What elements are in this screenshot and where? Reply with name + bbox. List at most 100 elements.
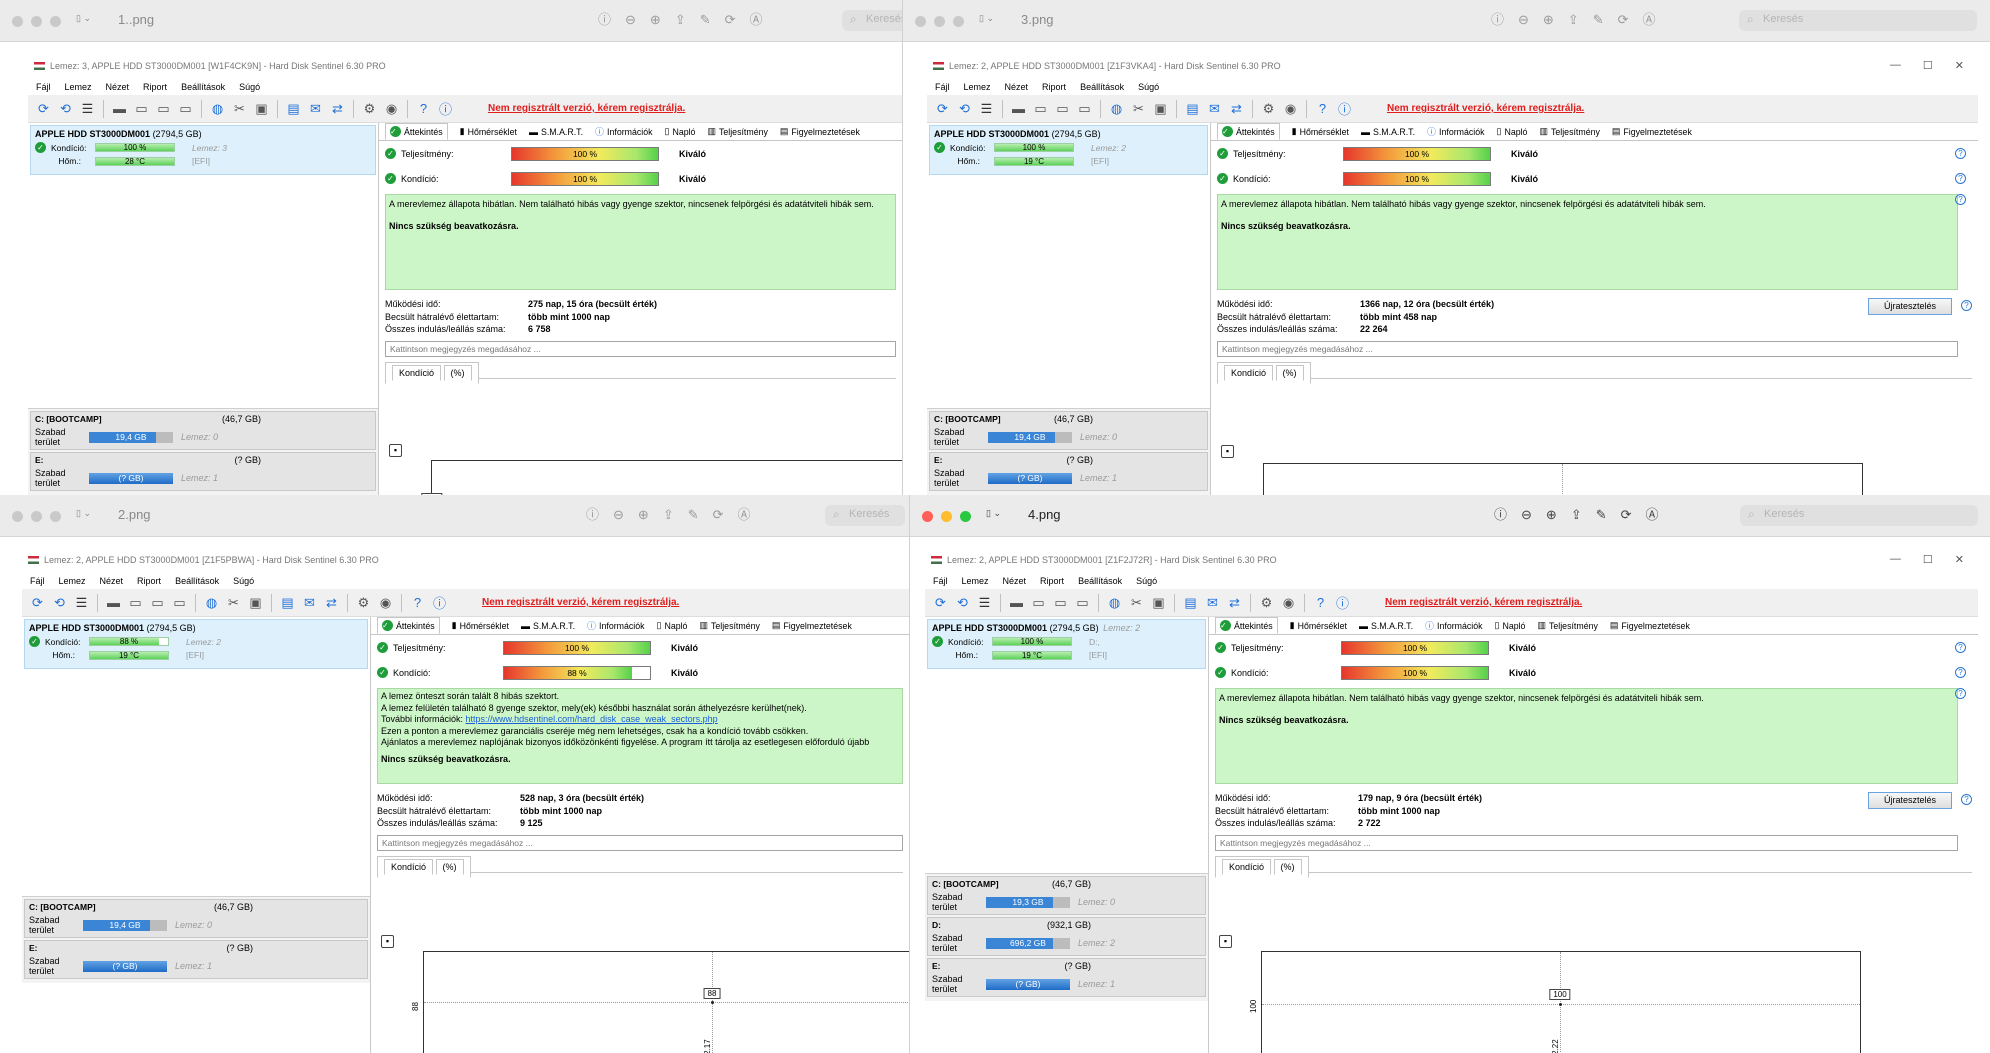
report-icon[interactable]: ▤: [284, 99, 303, 118]
tab-info[interactable]: ⓘ Információk: [587, 619, 644, 632]
window-controls[interactable]: [12, 511, 61, 522]
tab-overview[interactable]: ✓ Áttekintés: [1217, 123, 1280, 140]
send-icon[interactable]: ⇄: [1225, 593, 1244, 612]
tab-perf[interactable]: ▥ Teljesítmény: [699, 620, 759, 631]
menu-settings[interactable]: Beállítások: [181, 82, 225, 92]
help-icon[interactable]: ?: [414, 99, 433, 118]
list-icon[interactable]: ☰: [975, 593, 994, 612]
tab-overview[interactable]: ✓ Áttekintés: [1215, 617, 1278, 634]
window-controls[interactable]: [922, 511, 971, 522]
globe-icon[interactable]: ◍: [208, 99, 227, 118]
menu-report[interactable]: Riport: [143, 82, 167, 92]
note-field[interactable]: Kattintson megjegyzés megadásához ...: [1217, 340, 1958, 357]
wrench-icon[interactable]: ✂: [224, 593, 243, 612]
sidebar-toggle-icon[interactable]: ▯ ⌄: [76, 508, 91, 519]
tab-temp[interactable]: ▮ Hőmérséklet: [1290, 620, 1347, 631]
disk-card[interactable]: APPLE HDD ST3000DM001 (2794,5 GB) ✓ Kondí…: [24, 619, 368, 669]
disk-info-icon[interactable]: ▭: [176, 99, 195, 118]
tab-log[interactable]: ▯ Napló: [1497, 126, 1528, 137]
window-buttons[interactable]: — ☐ ✕: [1890, 59, 1964, 72]
tab-alerts[interactable]: ▤ Figyelmeztetések: [772, 620, 852, 631]
register-link[interactable]: Nem regisztrált verzió, kérem regisztrál…: [482, 597, 679, 608]
sound-icon[interactable]: ◉: [1279, 593, 1298, 612]
tab-perf[interactable]: ▥ Teljesítmény: [707, 126, 767, 137]
menu-view[interactable]: Nézet: [106, 82, 130, 92]
sidebar-toggle-icon[interactable]: ▯ ⌄: [986, 508, 1001, 519]
disk-icon[interactable]: ▭: [1029, 593, 1048, 612]
menu-help[interactable]: Súgó: [239, 82, 260, 92]
menu-help[interactable]: Súgó: [1136, 576, 1157, 586]
backup-icon[interactable]: ▣: [1151, 99, 1170, 118]
disk-card[interactable]: APPLE HDD ST3000DM001 (2794,5 GB) ✓ Kondí…: [30, 125, 376, 175]
tab-perf[interactable]: ▥ Teljesítmény: [1537, 620, 1597, 631]
settings-icon[interactable]: ⚙: [360, 99, 379, 118]
tab-temp[interactable]: ▮ Hőmérséklet: [460, 126, 517, 137]
wrench-icon[interactable]: ✂: [1127, 593, 1146, 612]
save-icon[interactable]: ▪: [1221, 445, 1234, 458]
disk-test-icon[interactable]: ▬: [1009, 99, 1028, 118]
backup-icon[interactable]: ▣: [252, 99, 271, 118]
register-link[interactable]: Nem regisztrált verzió, kérem regisztrál…: [488, 103, 685, 114]
tab-info[interactable]: ⓘ Információk: [1425, 619, 1482, 632]
refresh-icon[interactable]: ⟳: [933, 99, 952, 118]
menu-help[interactable]: Súgó: [1138, 82, 1159, 92]
window-controls[interactable]: [12, 16, 61, 27]
disk-icon[interactable]: ▭: [126, 593, 145, 612]
tab-alerts[interactable]: ▤ Figyelmeztetések: [1610, 620, 1690, 631]
partition-c[interactable]: C: [BOOTCAMP] (46,7 GB) Szabad terület 19,4…: [30, 411, 376, 450]
note-field[interactable]: Kattintson megjegyzés megadásához ...: [385, 340, 896, 357]
sound-icon[interactable]: ◉: [1281, 99, 1300, 118]
help-icon[interactable]: ?: [1955, 194, 1966, 205]
tab-log[interactable]: ▯ Napló: [1495, 620, 1526, 631]
tab-condition-chart[interactable]: Kondíció (%): [385, 361, 479, 384]
refresh-icon[interactable]: ⟳: [931, 593, 950, 612]
menu-view[interactable]: Nézet: [100, 576, 124, 586]
globe-icon[interactable]: ◍: [1107, 99, 1126, 118]
refresh-icon[interactable]: ⟳: [28, 593, 47, 612]
menu-disk[interactable]: Lemez: [962, 576, 989, 586]
tab-condition-chart[interactable]: Kondíció (%): [1215, 855, 1309, 878]
disk-ok-icon[interactable]: ▭: [148, 593, 167, 612]
preview-toolbar[interactable]: ⓘ ⊖ ⊕ ⇪ ✎ ⟳ Ⓐ: [1491, 12, 1656, 28]
menu-report[interactable]: Riport: [1042, 82, 1066, 92]
settings-icon[interactable]: ⚙: [1259, 99, 1278, 118]
partition-e[interactable]: E: (? GB) Szabad terület (? GB) Lemez: 1: [24, 940, 368, 979]
send-icon[interactable]: ⇄: [1227, 99, 1246, 118]
help-icon[interactable]: ?: [1955, 642, 1966, 653]
partition-c[interactable]: C: [BOOTCAMP] (46,7 GB) Szabad terület 19,4…: [929, 411, 1208, 450]
tab-overview[interactable]: ✓ Áttekintés: [385, 123, 448, 140]
window-buttons[interactable]: — ☐ ✕: [1890, 553, 1964, 566]
refresh-all-icon[interactable]: ⟲: [50, 593, 69, 612]
sidebar-toggle-icon[interactable]: ▯ ⌄: [979, 13, 994, 24]
save-icon[interactable]: ▪: [1219, 935, 1232, 948]
disk-test-icon[interactable]: ▬: [110, 99, 129, 118]
list-icon[interactable]: ☰: [78, 99, 97, 118]
send-icon[interactable]: ⇄: [328, 99, 347, 118]
globe-icon[interactable]: ◍: [1105, 593, 1124, 612]
send-icon[interactable]: ⇄: [322, 593, 341, 612]
menu-file[interactable]: Fájl: [935, 82, 950, 92]
sidebar-toggle-icon[interactable]: ▯ ⌄: [76, 13, 91, 24]
help-icon[interactable]: ?: [1311, 593, 1330, 612]
menu-help[interactable]: Súgó: [233, 576, 254, 586]
info-link[interactable]: https://www.hdsentinel.com/hard_disk_cas…: [466, 714, 718, 724]
tab-temp[interactable]: ▮ Hőmérséklet: [1292, 126, 1349, 137]
list-icon[interactable]: ☰: [977, 99, 996, 118]
partition-d[interactable]: D: (932,1 GB) Szabad terület 696,2 GB Lemez:…: [927, 917, 1206, 956]
disk-info-icon[interactable]: ▭: [170, 593, 189, 612]
menu-report[interactable]: Riport: [1040, 576, 1064, 586]
menu-view[interactable]: Nézet: [1003, 576, 1027, 586]
tab-alerts[interactable]: ▤ Figyelmeztetések: [1612, 126, 1692, 137]
menu-disk[interactable]: Lemez: [964, 82, 991, 92]
partition-c[interactable]: C: [BOOTCAMP] (46,7 GB) Szabad terület 19,4…: [24, 899, 368, 938]
help-icon[interactable]: ?: [1955, 688, 1966, 699]
wrench-icon[interactable]: ✂: [230, 99, 249, 118]
tab-smart[interactable]: ▬ S.M.A.R.T.: [1359, 621, 1413, 631]
list-icon[interactable]: ☰: [72, 593, 91, 612]
mail-icon[interactable]: ✉: [300, 593, 319, 612]
preview-toolbar[interactable]: ⓘ ⊖ ⊕ ⇪ ✎ ⟳ Ⓐ: [598, 12, 763, 28]
about-icon[interactable]: ⓘ: [1335, 99, 1354, 118]
partition-e[interactable]: E: (? GB) Szabad terület (? GB) Lemez: 1: [30, 452, 376, 491]
preview-toolbar[interactable]: ⓘ ⊖ ⊕ ⇪ ✎ ⟳ Ⓐ: [586, 507, 751, 523]
menu-file[interactable]: Fájl: [30, 576, 45, 586]
